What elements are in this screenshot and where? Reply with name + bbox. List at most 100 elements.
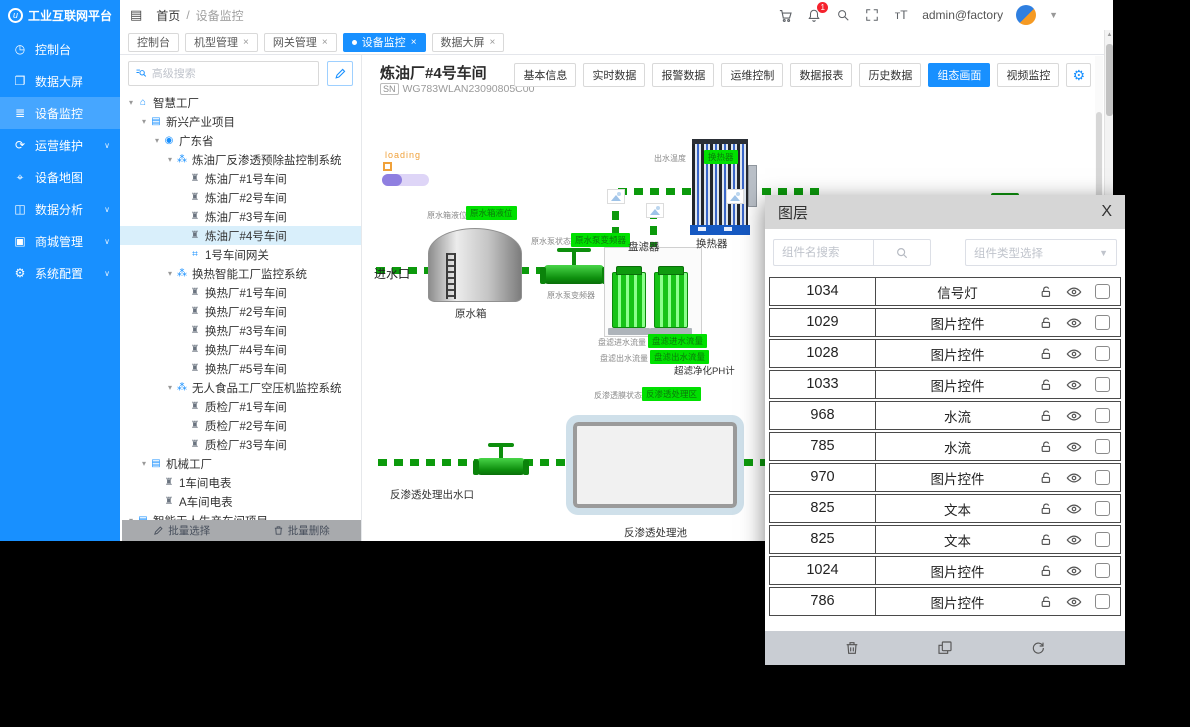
close-icon[interactable]: ×	[243, 37, 249, 48]
sidebar-item-6[interactable]: ◫数据分析∨	[0, 193, 120, 225]
sidebar-item-2[interactable]: ❐数据大屏	[0, 65, 120, 97]
unlock-icon[interactable]	[1039, 533, 1053, 547]
unlock-icon[interactable]	[1039, 285, 1053, 299]
tree-node[interactable]: ▾⁂换热智能工厂监控系统	[120, 264, 361, 283]
checkbox[interactable]	[1095, 594, 1110, 609]
tree-node[interactable]: ♜质检厂#1号车间	[120, 397, 361, 416]
sidebar-item-8[interactable]: ⚙系统配置∨	[0, 257, 120, 289]
tree-node[interactable]: ♜炼油厂#2号车间	[120, 188, 361, 207]
tree-caret-icon[interactable]: ▾	[139, 459, 149, 468]
ro-treatment-pool[interactable]	[566, 415, 744, 515]
tree-node[interactable]: ♜1车间电表	[120, 473, 361, 492]
tree-caret-icon[interactable]: ▾	[165, 383, 175, 392]
eye-icon[interactable]	[1066, 315, 1082, 331]
user-name[interactable]: admin@factory	[922, 8, 1003, 22]
tree-node[interactable]: ♜换热厂#1号车间	[120, 283, 361, 302]
tree-node[interactable]: ♜换热厂#4号车间	[120, 340, 361, 359]
raw-water-tank[interactable]	[428, 228, 522, 302]
tree-node[interactable]: ▾▤新兴产业项目	[120, 112, 361, 131]
unlock-icon[interactable]	[1039, 440, 1053, 454]
tree-node[interactable]: ♜质检厂#3号车间	[120, 435, 361, 454]
fullscreen-icon[interactable]	[864, 7, 880, 23]
chevron-down-icon[interactable]: ▼	[1049, 10, 1058, 20]
close-icon[interactable]: ×	[490, 37, 496, 48]
tree-node[interactable]: ♜质检厂#2号车间	[120, 416, 361, 435]
layers-table-row[interactable]: 968水流	[769, 401, 1121, 430]
sidebar-item-3[interactable]: ≣设备监控	[0, 97, 120, 129]
checkbox[interactable]	[1095, 408, 1110, 423]
collapse-menu-icon[interactable]: ▤	[130, 7, 142, 23]
tree-node[interactable]: ▾◉广东省	[120, 131, 361, 150]
eye-icon[interactable]	[1066, 284, 1082, 300]
tree-node[interactable]: ♜炼油厂#4号车间	[120, 226, 361, 245]
checkbox[interactable]	[1095, 346, 1110, 361]
tab-1[interactable]: 控制台	[128, 33, 179, 52]
cart-icon[interactable]	[777, 7, 793, 23]
component-search-input[interactable]	[773, 239, 873, 266]
tree-caret-icon[interactable]: ▾	[152, 136, 162, 145]
checkbox[interactable]	[1095, 284, 1110, 299]
avatar[interactable]	[1016, 5, 1036, 25]
eye-icon[interactable]	[1066, 346, 1082, 362]
tree-search-input[interactable]	[152, 68, 312, 80]
tree-node[interactable]: ♜换热厂#5号车间	[120, 359, 361, 378]
eye-icon[interactable]	[1066, 563, 1082, 579]
tree-edit-button[interactable]	[327, 61, 353, 86]
gear-icon[interactable]: ⚙	[1066, 63, 1091, 87]
sidebar-item-4[interactable]: ⟳运营维护∨	[0, 129, 120, 161]
eye-icon[interactable]	[1066, 501, 1082, 517]
close-icon[interactable]: ×	[322, 37, 328, 48]
layers-table-row[interactable]: 786图片控件	[769, 587, 1121, 616]
tree-caret-icon[interactable]: ▾	[165, 155, 175, 164]
tree-node[interactable]: ⌗1号车间网关	[120, 245, 361, 264]
tree-node[interactable]: ♜换热厂#2号车间	[120, 302, 361, 321]
sidebar-item-1[interactable]: ◷控制台	[0, 33, 120, 65]
action-button-1[interactable]: 基本信息	[514, 63, 576, 87]
action-button-7[interactable]: 组态画面	[928, 63, 990, 87]
checkbox[interactable]	[1095, 532, 1110, 547]
tab-3[interactable]: 网关管理×	[264, 33, 337, 52]
unlock-icon[interactable]	[1039, 564, 1053, 578]
action-button-5[interactable]: 数据报表	[790, 63, 852, 87]
tree-node[interactable]: ▾▤机械工厂	[120, 454, 361, 473]
layers-table-row[interactable]: 825文本	[769, 494, 1121, 523]
filter-tank[interactable]	[612, 272, 646, 328]
refresh-icon[interactable]	[1030, 640, 1046, 656]
tree-node[interactable]: ♜炼油厂#1号车间	[120, 169, 361, 188]
layers-panel-header[interactable]: 图层 X	[765, 195, 1125, 229]
layers-table-row[interactable]: 1029图片控件	[769, 308, 1121, 337]
bell-icon[interactable]: 1	[806, 7, 822, 23]
tree-node[interactable]: ▾⁂无人食品工厂空压机监控系统	[120, 378, 361, 397]
unlock-icon[interactable]	[1039, 316, 1053, 330]
checkbox[interactable]	[1095, 377, 1110, 392]
eye-icon[interactable]	[1066, 439, 1082, 455]
action-button-2[interactable]: 实时数据	[583, 63, 645, 87]
checkbox[interactable]	[1095, 563, 1110, 578]
checkbox[interactable]	[1095, 439, 1110, 454]
layers-table-row[interactable]: 1033图片控件	[769, 370, 1121, 399]
checkbox[interactable]	[1095, 501, 1110, 516]
unlock-icon[interactable]	[1039, 347, 1053, 361]
layers-table-row[interactable]: 1024图片控件	[769, 556, 1121, 585]
batch-delete-button[interactable]: 批量删除	[273, 523, 330, 538]
unlock-icon[interactable]	[1039, 409, 1053, 423]
unlock-icon[interactable]	[1039, 378, 1053, 392]
tab-2[interactable]: 机型管理×	[185, 33, 258, 52]
valve[interactable]	[477, 443, 525, 475]
tree-node[interactable]: ♜换热厂#3号车间	[120, 321, 361, 340]
checkbox[interactable]	[1095, 470, 1110, 485]
unlock-icon[interactable]	[1039, 502, 1053, 516]
sidebar-item-7[interactable]: ▣商城管理∨	[0, 225, 120, 257]
layers-table-row[interactable]: 825文本	[769, 525, 1121, 554]
layers-table-row[interactable]: 970图片控件	[769, 463, 1121, 492]
close-icon[interactable]: ×	[411, 37, 417, 48]
eye-icon[interactable]	[1066, 594, 1082, 610]
tab-5[interactable]: 数据大屏×	[432, 33, 505, 52]
copy-icon[interactable]	[937, 640, 953, 656]
search-icon[interactable]	[835, 7, 851, 23]
tree-node[interactable]: ▾⁂炼油厂反渗透预除盐控制系统	[120, 150, 361, 169]
tree-caret-icon[interactable]: ▾	[139, 117, 149, 126]
eye-icon[interactable]	[1066, 470, 1082, 486]
action-button-6[interactable]: 历史数据	[859, 63, 921, 87]
action-button-3[interactable]: 报警数据	[652, 63, 714, 87]
